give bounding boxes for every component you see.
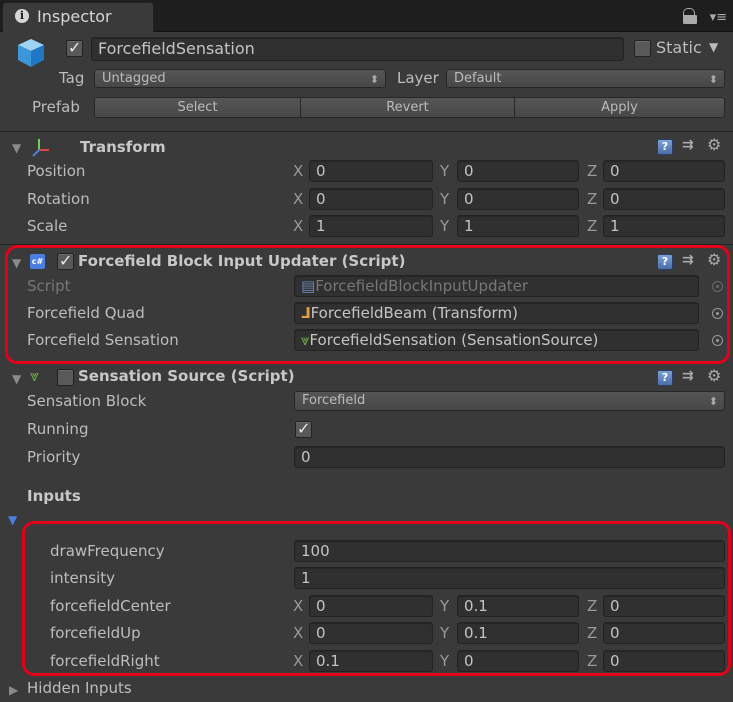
transform-axes-icon [32, 139, 49, 157]
axis-y-label: Y [440, 217, 450, 235]
transform-title: Transform [80, 138, 166, 156]
prefab-label: Prefab [32, 98, 80, 116]
prefab-apply-button[interactable]: Apply [514, 97, 725, 118]
static-label: Static [656, 38, 702, 57]
tab-inspector-label: Inspector [37, 7, 112, 26]
inputs-heading: Inputs [27, 487, 81, 505]
lock-icon-body [683, 15, 697, 24]
gear-icon[interactable]: ⚙ [707, 135, 721, 154]
menu-icon[interactable]: ▾≡ [710, 10, 727, 25]
position-label: Position [27, 162, 86, 180]
source-enabled-checkbox[interactable] [57, 369, 74, 386]
dropdown-arrow-icon: ⬍ [708, 73, 718, 86]
help-icon[interactable]: ? [657, 370, 673, 386]
axis-x-label: X [293, 190, 304, 208]
tab-inspector[interactable]: i Inspector [2, 2, 154, 32]
preset-icon[interactable]: ⇉ [682, 137, 694, 153]
position-y-field[interactable]: 0 [457, 160, 579, 182]
rotation-y-field[interactable]: 0 [457, 188, 579, 210]
prefab-select-button[interactable]: Select [94, 97, 301, 118]
static-checkbox[interactable] [634, 40, 651, 57]
priority-field[interactable]: 0 [294, 446, 725, 468]
layer-label: Layer [397, 69, 439, 87]
transform-fold-arrow-icon[interactable]: ▼ [12, 141, 21, 155]
highlight-box-updater [5, 245, 730, 364]
source-fold-arrow-icon[interactable]: ▼ [12, 372, 21, 386]
rotation-x-field[interactable]: 0 [309, 188, 433, 210]
tag-label: Tag [59, 69, 85, 87]
axis-y-label: Y [440, 162, 450, 180]
dropdown-arrow-icon: ⬍ [369, 73, 379, 86]
axis-x-label: X [293, 162, 304, 180]
inputs-fold-arrow-icon[interactable]: ▼ [8, 513, 17, 527]
tag-value: Untagged [102, 71, 166, 86]
sensation-block-value: Forcefield [302, 393, 366, 408]
sensation-block-label: Sensation Block [27, 392, 147, 410]
help-icon[interactable]: ? [657, 139, 673, 155]
active-checkbox[interactable]: ✓ [66, 38, 83, 57]
source-title: Sensation Source (Script) [78, 367, 295, 385]
info-icon: i [15, 9, 29, 23]
rotation-label: Rotation [27, 190, 90, 208]
axis-z-label: Z [587, 162, 598, 180]
highlight-box-inputs [22, 521, 731, 676]
scale-z-field[interactable]: 1 [603, 215, 725, 237]
static-dropdown-icon[interactable]: ▼ [709, 40, 718, 54]
divider [0, 131, 733, 132]
axis-x-label: X [293, 217, 304, 235]
hidden-inputs-label[interactable]: Hidden Inputs [27, 679, 132, 697]
sensation-source-icon: ⩔ [30, 366, 40, 385]
position-x-field[interactable]: 0 [309, 160, 433, 182]
tag-dropdown[interactable]: Untagged ⬍ [94, 69, 386, 88]
scale-y-field[interactable]: 1 [457, 215, 579, 237]
gameobject-cube-icon [18, 39, 44, 67]
priority-label: Priority [27, 448, 81, 466]
layer-dropdown[interactable]: Default ⬍ [446, 69, 725, 88]
prefab-revert-button[interactable]: Revert [300, 97, 515, 118]
preset-icon[interactable]: ⇉ [682, 368, 694, 384]
axis-z-label: Z [587, 217, 598, 235]
name-field[interactable]: ForcefieldSensation [91, 37, 624, 61]
hidden-inputs-fold-arrow-icon[interactable]: ▶ [9, 683, 18, 697]
running-label: Running [27, 420, 89, 438]
rotation-z-field[interactable]: 0 [603, 188, 725, 210]
scale-x-field[interactable]: 1 [309, 215, 433, 237]
gear-icon[interactable]: ⚙ [707, 366, 721, 385]
scale-label: Scale [27, 217, 68, 235]
layer-value: Default [454, 71, 502, 86]
sensation-block-dropdown[interactable]: Forcefield ⬍ [294, 391, 725, 411]
axis-y-label: Y [440, 190, 450, 208]
dropdown-arrow-icon: ⬍ [708, 395, 718, 408]
running-checkbox[interactable]: ✓ [295, 419, 312, 438]
axis-z-label: Z [587, 190, 598, 208]
position-z-field[interactable]: 0 [603, 160, 725, 182]
